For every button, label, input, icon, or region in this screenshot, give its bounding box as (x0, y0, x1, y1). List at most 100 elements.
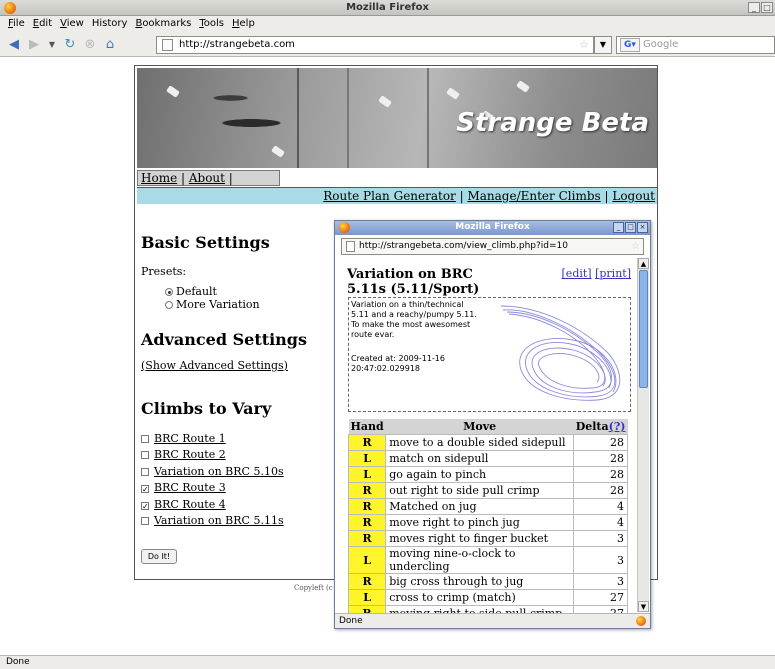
climb-item[interactable]: ✓ BRC Route 4 (141, 498, 226, 511)
hand-cell: R (347, 434, 387, 451)
navigation-toolbar: ◀ ▶ ▼ ↻ ⊗ ⌂ http://strangebeta.com ☆ ▼ G… (0, 33, 775, 57)
nav-logout-link[interactable]: Logout (612, 189, 655, 203)
basic-settings-heading: Basic Settings (141, 233, 270, 252)
preset-radio[interactable] (165, 288, 173, 296)
hand-cell: L (347, 546, 387, 574)
presets-label: Presets: (141, 265, 187, 278)
banner-hold (271, 145, 285, 158)
delta-cell: 28 (573, 466, 628, 483)
move-cell: out right to side pull crimp (385, 482, 575, 499)
scroll-down-icon[interactable]: ▼ (638, 601, 649, 612)
site-banner: Strange Beta (137, 68, 657, 168)
climb-checkbox[interactable]: ✓ (141, 485, 149, 494)
preset-label: Default (176, 285, 217, 298)
table-row: R Matched on jug 4 (347, 498, 628, 515)
nav-home-link[interactable]: Home (141, 171, 177, 185)
move-cell: go again to pinch (385, 466, 575, 483)
search-input[interactable]: G▾ Google (616, 36, 775, 54)
climb-label[interactable]: BRC Route 2 (154, 448, 226, 461)
delta-column-header: Delta(?) (573, 419, 628, 435)
preset-option[interactable]: More Variation (165, 298, 260, 311)
url-bar[interactable]: http://strangebeta.com ☆ (156, 36, 594, 54)
minimize-icon[interactable]: _ (613, 222, 624, 233)
minimize-icon[interactable]: _ (748, 2, 760, 13)
hand-cell: R (347, 530, 387, 547)
climb-item[interactable]: Variation on BRC 5.11s (141, 514, 284, 527)
menu-item-file[interactable]: File (4, 16, 29, 33)
menu-item-bookmarks[interactable]: Bookmarks (131, 16, 195, 33)
popup-url-bar[interactable]: http://strangebeta.com/view_climb.php?id… (341, 238, 644, 255)
climb-checkbox[interactable]: ✓ (141, 501, 149, 510)
google-engine-icon[interactable]: G▾ (620, 38, 640, 52)
route-description: Variation on a thin/technical 5.11 and a… (351, 300, 477, 339)
climb-label[interactable]: BRC Route 4 (154, 498, 226, 511)
nav-about-link[interactable]: About (189, 171, 225, 185)
climb-checkbox[interactable] (141, 451, 149, 460)
status-text: Done (6, 657, 30, 667)
preset-option[interactable]: Default (165, 285, 217, 298)
climb-label[interactable]: BRC Route 3 (154, 481, 226, 494)
do-it-button[interactable]: Do It! (141, 549, 177, 564)
menu-item-tools[interactable]: Tools (195, 16, 228, 33)
maximize-icon[interactable]: □ (625, 222, 636, 233)
move-cell: match on sidepull (385, 450, 575, 467)
nav-route-plan-generator-link[interactable]: Route Plan Generator (323, 189, 456, 203)
forward-icon[interactable]: ▶ (26, 37, 42, 53)
url-text: http://strangebeta.com (179, 39, 295, 50)
preset-radio[interactable] (165, 301, 173, 309)
back-icon[interactable]: ◀ (6, 37, 22, 53)
delta-cell: 27 (573, 589, 628, 606)
home-icon[interactable]: ⌂ (102, 37, 118, 53)
close-icon[interactable]: × (637, 222, 648, 233)
page-icon (162, 39, 173, 51)
table-row: Lmatch on sidepull 28 (347, 450, 628, 467)
climb-item[interactable]: BRC Route 2 (141, 448, 226, 461)
history-dropdown-icon[interactable]: ▼ (44, 37, 60, 53)
popup-url-text: http://strangebeta.com/view_climb.php?id… (359, 241, 568, 251)
climb-label[interactable]: Variation on BRC 5.11s (154, 514, 284, 527)
menu-bar: File Edit View History Bookmarks Tools Help (0, 16, 775, 33)
move-cell: cross to crimp (match) (385, 589, 575, 606)
bookmark-star-icon[interactable]: ☆ (579, 37, 589, 53)
climbs-heading: Climbs to Vary (141, 399, 272, 418)
hand-column-header: Hand (348, 419, 386, 435)
bookmark-star-icon[interactable]: ☆ (631, 239, 640, 254)
nav-manage-enter-climbs-link[interactable]: Manage/Enter Climbs (467, 189, 600, 203)
climb-item[interactable]: Variation on BRC 5.10s (141, 465, 284, 478)
menu-item-view[interactable]: View (56, 16, 88, 33)
url-dropdown-icon[interactable]: ▼ (594, 36, 612, 54)
move-cell: Matched on jug (385, 498, 575, 515)
climb-checkbox[interactable] (141, 467, 149, 476)
climb-item[interactable]: BRC Route 1 (141, 432, 226, 445)
show-advanced-link[interactable]: (Show Advanced Settings) (141, 359, 288, 372)
window-title: Mozilla Firefox (346, 2, 429, 13)
climb-checkbox[interactable] (141, 435, 149, 443)
delta-help-link[interactable]: (?) (609, 420, 626, 433)
banner-hold (446, 87, 460, 100)
scroll-thumb[interactable] (639, 270, 648, 388)
scroll-up-icon[interactable]: ▲ (638, 258, 649, 269)
menu-item-history[interactable]: History (88, 16, 132, 33)
reload-icon[interactable]: ↻ (62, 37, 78, 53)
nav-separator: | (455, 189, 468, 203)
move-column-header: Move (385, 419, 574, 435)
hand-cell: R (347, 514, 387, 531)
edit-link[interactable]: [edit] (562, 267, 592, 280)
site-brand: Strange Beta (456, 108, 649, 138)
menu-item-edit[interactable]: Edit (29, 16, 56, 33)
menu-item-help[interactable]: Help (228, 16, 259, 33)
delta-cell: 28 (573, 482, 628, 499)
page-icon (346, 241, 355, 252)
maximize-icon[interactable]: □ (761, 2, 773, 13)
move-cell: moving nine-o-clock to undercling (385, 546, 575, 574)
climb-label[interactable]: BRC Route 1 (154, 432, 226, 445)
climb-item[interactable]: ✓ BRC Route 3 (141, 481, 226, 494)
banner-hold (166, 85, 180, 98)
addon-status-icon[interactable] (636, 616, 646, 626)
route-path-drawing (500, 305, 621, 401)
stop-icon[interactable]: ⊗ (82, 37, 98, 53)
popup-scrollbar[interactable]: ▲ ▼ (637, 258, 649, 612)
print-link[interactable]: [print] (595, 267, 631, 280)
climb-label[interactable]: Variation on BRC 5.10s (154, 465, 284, 478)
climb-checkbox[interactable] (141, 517, 149, 525)
